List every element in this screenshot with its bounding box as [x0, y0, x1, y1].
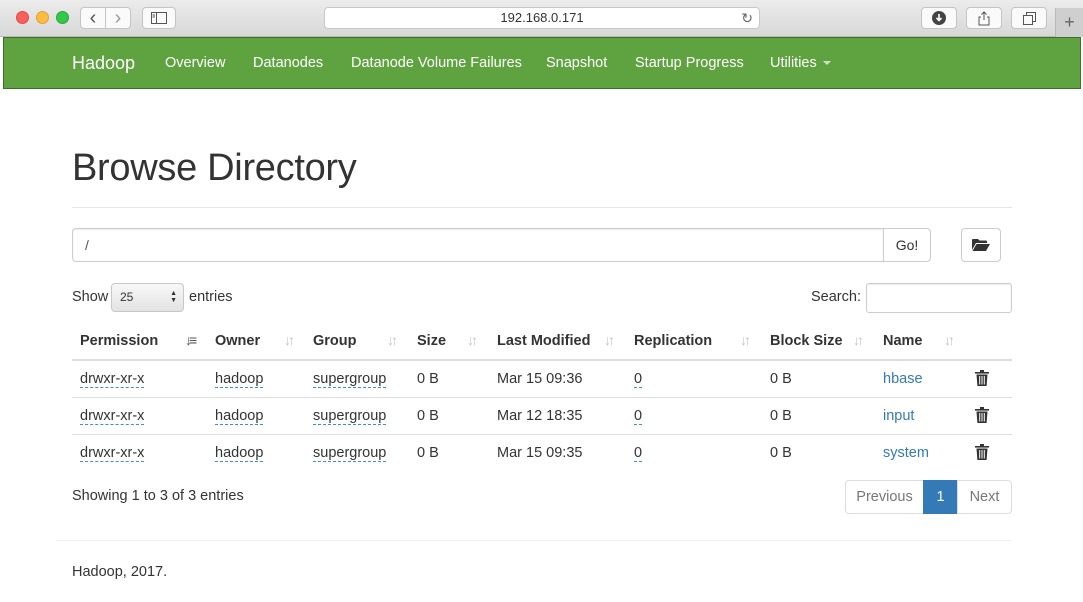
search-input[interactable]: [866, 283, 1012, 313]
show-label: Show: [72, 289, 109, 305]
navbar: Hadoop Overview Datanodes Datanode Volum…: [3, 37, 1081, 89]
downloads-button[interactable]: [921, 7, 957, 29]
footer-divider: [56, 540, 1012, 541]
next-page-button[interactable]: Next: [957, 480, 1012, 514]
share-button[interactable]: [966, 7, 1002, 29]
name-link[interactable]: input: [883, 408, 914, 424]
sidebar-toggle-button[interactable]: [142, 7, 176, 29]
replication-cell[interactable]: 0: [634, 445, 643, 462]
column-header-last-modified[interactable]: Last Modified: [497, 333, 590, 349]
folder-open-icon: [972, 239, 990, 251]
size-cell: 0 B: [417, 371, 439, 387]
sort-icon[interactable]: ↓↑: [853, 332, 864, 348]
navbar-brand[interactable]: Hadoop: [72, 53, 135, 74]
column-header-group[interactable]: Group: [313, 333, 357, 349]
owner-cell[interactable]: hadoop: [215, 445, 264, 462]
trash-icon[interactable]: [975, 370, 989, 386]
nav-utilities-label: Utilities: [770, 55, 817, 71]
sidebar-icon: [151, 12, 167, 24]
name-link[interactable]: system: [883, 445, 929, 461]
sort-icon[interactable]: ↓↑: [944, 332, 955, 348]
replication-cell[interactable]: 0: [634, 371, 643, 388]
sort-icon[interactable]: ↓↑: [604, 332, 615, 348]
sort-icon[interactable]: ↓↑: [387, 332, 398, 348]
permission-cell[interactable]: drwxr-xr-x: [80, 408, 145, 425]
column-header-replication[interactable]: Replication: [634, 333, 712, 349]
block-size-cell: 0 B: [770, 371, 792, 387]
reload-icon[interactable]: ↻: [741, 8, 753, 28]
select-arrows-icon: ▲ ▼: [170, 290, 177, 304]
owner-cell[interactable]: hadoop: [215, 408, 264, 425]
back-button[interactable]: ‹: [80, 7, 106, 29]
plus-icon: +: [1064, 12, 1075, 32]
block-size-cell: 0 B: [770, 445, 792, 461]
size-cell: 0 B: [417, 445, 439, 461]
browser-toolbar: ‹ › 192.168.0.171 ↻ +: [0, 0, 1083, 37]
nav-startup-progress[interactable]: Startup Progress: [635, 55, 744, 71]
trash-icon[interactable]: [975, 444, 989, 460]
title-divider: [72, 207, 1012, 208]
last-modified-cell: Mar 12 18:35: [497, 408, 583, 424]
name-link[interactable]: hbase: [883, 371, 923, 387]
entries-label: entries: [189, 289, 233, 305]
last-modified-cell: Mar 15 09:36: [497, 371, 583, 387]
nav-datanodes[interactable]: Datanodes: [253, 55, 323, 71]
group-cell[interactable]: supergroup: [313, 445, 387, 462]
sort-ascending-icon[interactable]: ↓≡: [185, 332, 197, 348]
permission-cell[interactable]: drwxr-xr-x: [80, 445, 145, 462]
footer-text: Hadoop, 2017.: [72, 564, 168, 580]
page-size-value: 25: [120, 290, 134, 304]
caret-down-icon: [822, 61, 831, 66]
sort-icon[interactable]: ↓↑: [740, 332, 751, 348]
chevron-right-icon: ›: [114, 7, 122, 29]
sort-icon[interactable]: ↓↑: [467, 332, 478, 348]
tab-overview-button[interactable]: [1011, 7, 1047, 29]
column-header-size[interactable]: Size: [417, 333, 446, 349]
minimize-window-button[interactable]: [36, 11, 49, 24]
create-directory-button[interactable]: [961, 228, 1001, 262]
trash-icon[interactable]: [975, 407, 989, 423]
nav-snapshot[interactable]: Snapshot: [546, 55, 607, 71]
previous-page-button[interactable]: Previous: [845, 480, 924, 514]
close-window-button[interactable]: [16, 11, 29, 24]
group-cell[interactable]: supergroup: [313, 371, 387, 388]
go-button[interactable]: Go!: [883, 228, 931, 262]
row-divider: [72, 434, 1012, 435]
nav-datanode-volume-failures[interactable]: Datanode Volume Failures: [351, 55, 522, 71]
forward-button[interactable]: ›: [105, 7, 131, 29]
directory-path-input[interactable]: /: [72, 228, 884, 262]
page-title: Browse Directory: [72, 147, 357, 189]
row-divider: [72, 397, 1012, 398]
column-header-name[interactable]: Name: [883, 333, 923, 349]
table-info: Showing 1 to 3 of 3 entries: [72, 488, 244, 504]
nav-utilities-dropdown[interactable]: Utilities: [770, 55, 831, 71]
owner-cell[interactable]: hadoop: [215, 371, 264, 388]
size-cell: 0 B: [417, 408, 439, 424]
last-modified-cell: Mar 15 09:35: [497, 445, 583, 461]
replication-cell[interactable]: 0: [634, 408, 643, 425]
block-size-cell: 0 B: [770, 408, 792, 424]
address-bar[interactable]: 192.168.0.171 ↻: [324, 7, 760, 29]
column-header-block-size[interactable]: Block Size: [770, 333, 843, 349]
tabs-icon: [1022, 11, 1036, 25]
table-header-divider: [72, 359, 1012, 361]
nav-overview[interactable]: Overview: [165, 55, 225, 71]
column-header-owner[interactable]: Owner: [215, 333, 260, 349]
chevron-left-icon: ‹: [89, 7, 97, 29]
url-text: 192.168.0.171: [500, 10, 584, 25]
download-icon: [932, 11, 946, 25]
share-icon: [978, 10, 990, 25]
permission-cell[interactable]: drwxr-xr-x: [80, 371, 145, 388]
page-1-button[interactable]: 1: [923, 480, 958, 514]
group-cell[interactable]: supergroup: [313, 408, 387, 425]
column-header-permission[interactable]: Permission: [80, 333, 158, 349]
new-tab-button[interactable]: +: [1055, 8, 1083, 37]
page-size-select[interactable]: 25 ▲ ▼: [111, 283, 184, 312]
sort-icon[interactable]: ↓↑: [284, 332, 295, 348]
search-label: Search:: [811, 289, 861, 305]
zoom-window-button[interactable]: [56, 11, 69, 24]
